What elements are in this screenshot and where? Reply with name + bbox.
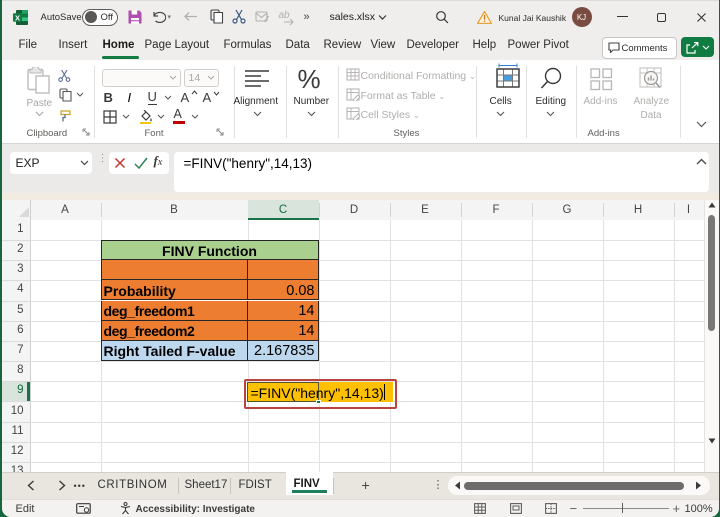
svg-text:X: X — [14, 14, 19, 23]
